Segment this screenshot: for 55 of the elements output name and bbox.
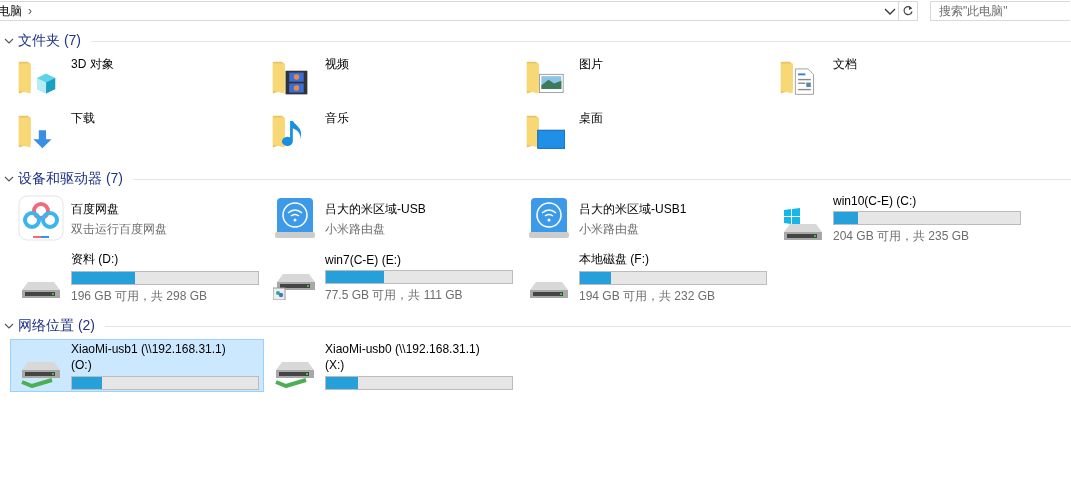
expanded-chevron-icon[interactable] xyxy=(4,321,14,331)
group-title: 文件夹 (7) xyxy=(18,32,81,50)
free-space-text: 204 GB 可用，共 235 GB xyxy=(833,228,971,245)
item-name: XiaoMi-usb0 (\\192.168.31.1) (X:) xyxy=(325,341,481,373)
item-background[interactable]: win7(C-E) (E:) 77.5 GB 可用，共 111 GB xyxy=(264,249,518,307)
group-title: 设备和驱动器 (7) xyxy=(18,170,123,188)
item-background[interactable]: 吕大的米区域-USB1 小米路由盘 xyxy=(518,192,772,247)
hard-drive-icon xyxy=(273,272,317,300)
item-name: 音乐 xyxy=(325,110,349,127)
expanded-chevron-icon[interactable] xyxy=(4,36,14,46)
hard-drive-icon xyxy=(782,206,824,242)
item-name: win10(C-E) (C:) xyxy=(833,194,918,208)
refresh-icon xyxy=(902,5,914,17)
free-space-text: 194 GB 可用，共 232 GB xyxy=(579,288,717,305)
cloud-app-icon xyxy=(17,193,65,242)
item-background[interactable]: 音乐 xyxy=(264,108,518,160)
item-name: 桌面 xyxy=(579,110,603,127)
search-field[interactable]: 搜索"此电脑" xyxy=(930,1,1070,21)
item-name: 图片 xyxy=(579,56,603,73)
item-background[interactable]: 百度网盘 双击运行百度网盘 xyxy=(10,192,264,247)
item-name: 吕大的米区域-USB xyxy=(325,201,426,218)
item-subtitle: 小米路由盘 xyxy=(579,221,640,238)
item-background[interactable]: 资料 (D:) 196 GB 可用，共 298 GB xyxy=(10,249,264,307)
item-subtitle: 双击运行百度网盘 xyxy=(71,221,167,238)
item-background[interactable]: 图片 xyxy=(518,54,772,106)
item-name: win7(C-E) (E:) xyxy=(325,252,402,267)
item-name: 吕大的米区域-USB1 xyxy=(579,201,687,218)
item-background[interactable]: 下载 xyxy=(10,108,264,160)
item-subtitle: 小米路由盘 xyxy=(325,221,386,238)
item-background[interactable]: 3D 对象 xyxy=(10,54,264,106)
network-drive-icon xyxy=(274,359,316,388)
group-title: 网络位置 (2) xyxy=(18,317,95,335)
item-background[interactable]: 桌面 xyxy=(518,108,772,160)
free-space-text: 77.5 GB 可用，共 111 GB xyxy=(325,286,464,304)
item-background[interactable]: 吕大的米区域-USB 小米路由盘 xyxy=(264,192,518,247)
hard-drive-icon xyxy=(20,280,62,300)
item-name: XiaoMi-usb1 (\\192.168.31.1) (O:) xyxy=(71,341,227,373)
item-name: 下载 xyxy=(71,110,95,127)
free-space-text: 196 GB 可用，共 298 GB xyxy=(71,288,209,305)
item-background[interactable]: win10(C-E) (C:) 204 GB 可用，共 235 GB xyxy=(772,192,1026,247)
item-name: 资料 (D:) xyxy=(71,251,120,268)
item-background[interactable]: 文档 xyxy=(772,54,1026,106)
hard-drive-icon xyxy=(528,280,570,300)
expanded-chevron-icon[interactable] xyxy=(4,174,14,184)
item-background[interactable]: 本地磁盘 (F:) 194 GB 可用，共 232 GB xyxy=(518,249,772,307)
item-background[interactable]: XiaoMi-usb0 (\\192.168.31.1) (X:) xyxy=(264,339,518,392)
item-name: 3D 对象 xyxy=(71,56,114,73)
item-background[interactable]: 视频 xyxy=(264,54,518,106)
selected-item[interactable]: XiaoMi-usb1 (\\192.168.31.1) (O:) xyxy=(10,339,264,392)
item-name: 视频 xyxy=(325,56,349,73)
network-drive-icon xyxy=(20,359,62,388)
breadcrumb-separator[interactable]: › xyxy=(28,4,32,18)
item-name: 本地磁盘 (F:) xyxy=(579,251,650,268)
item-name: 文档 xyxy=(833,56,857,73)
item-name: 百度网盘 xyxy=(71,201,120,218)
